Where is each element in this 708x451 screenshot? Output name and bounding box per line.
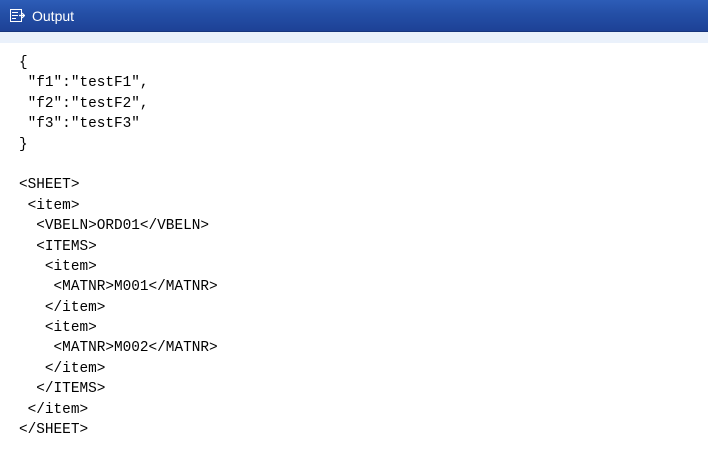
output-line: <item> xyxy=(19,197,80,214)
output-line: <SHEET> xyxy=(19,177,80,194)
output-line: "f1":"testF1", xyxy=(19,75,149,92)
output-line: </item> xyxy=(19,401,89,418)
output-line: { xyxy=(19,55,28,71)
header-strip xyxy=(0,32,708,43)
output-line: <MATNR>M002</MATNR> xyxy=(19,340,218,357)
output-window-icon xyxy=(10,9,26,22)
output-window: Output { "f1":"testF1", "f2":"testF2", "… xyxy=(0,0,708,451)
window-title: Output xyxy=(32,8,75,24)
output-line: "f2":"testF2", xyxy=(19,95,149,112)
output-line: </SHEET> xyxy=(19,422,89,439)
output-content-area: { "f1":"testF1", "f2":"testF2", "f3":"te… xyxy=(0,43,708,451)
output-line: <VBELN>ORD01</VBELN> xyxy=(19,218,209,235)
output-line: <ITEMS> xyxy=(19,238,97,255)
output-line: <item> xyxy=(19,320,97,337)
output-line: "f3":"testF3" xyxy=(19,116,140,133)
output-line: <item> xyxy=(19,258,97,275)
output-line: } xyxy=(19,136,28,153)
output-line: </ITEMS> xyxy=(19,381,106,398)
window-titlebar: Output xyxy=(0,0,708,32)
output-line: <MATNR>M001</MATNR> xyxy=(19,279,218,296)
output-text-block: { "f1":"testF1", "f2":"testF2", "f3":"te… xyxy=(19,53,218,440)
output-line: </item> xyxy=(19,360,106,377)
output-line: </item> xyxy=(19,299,106,316)
